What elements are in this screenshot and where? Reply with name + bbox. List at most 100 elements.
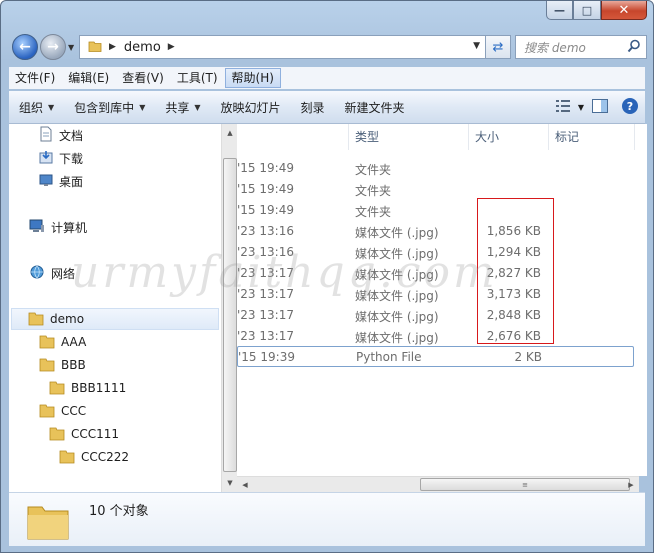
file-date: '23 13:17 xyxy=(237,308,294,322)
file-type: 媒体文件 (.jpg) xyxy=(355,310,439,324)
file-type: 媒体文件 (.jpg) xyxy=(355,331,439,345)
folder-icon xyxy=(39,333,55,352)
file-list-right-edge xyxy=(639,124,647,476)
nav-item-demo[interactable]: demo xyxy=(11,308,219,330)
nav-item-aaa[interactable]: AAA xyxy=(39,331,86,353)
folder-icon xyxy=(49,425,65,444)
column-header-tags[interactable]: 标记 xyxy=(549,124,635,150)
details-view-icon xyxy=(555,99,572,116)
horizontal-scrollbar[interactable]: ◀ ≡ ▶ xyxy=(237,476,639,492)
file-row[interactable]: '23 13:17 媒体文件 (.jpg) 3,173 KB xyxy=(237,284,634,305)
slideshow-button[interactable]: 放映幻灯片 xyxy=(211,95,291,119)
nav-label: CCC222 xyxy=(81,450,130,464)
file-date: '23 13:17 xyxy=(237,266,294,280)
maximize-icon: □ xyxy=(581,3,593,17)
file-date: '15 19:49 xyxy=(237,182,294,196)
menu-file[interactable]: 文件(F) xyxy=(9,68,61,88)
forward-button[interactable]: → xyxy=(40,34,66,60)
nav-vertical-scrollbar[interactable]: ▲ ▼ xyxy=(221,124,237,492)
refresh-button[interactable]: ⇄ xyxy=(485,35,511,59)
nav-label: 桌面 xyxy=(59,174,84,189)
command-bar: 组织 ▼ 包含到库中 ▼ 共享 ▼ 放映幻灯片 刻录 新建文件夹 ▼ ? xyxy=(9,91,645,124)
column-header-size[interactable]: 大小 xyxy=(469,124,549,150)
back-button[interactable]: ← xyxy=(12,34,38,60)
file-date: '23 13:17 xyxy=(237,287,294,301)
folder-icon xyxy=(49,379,65,398)
menu-tools[interactable]: 工具(T) xyxy=(171,68,224,88)
file-row[interactable]: '15 19:49 文件夹 xyxy=(237,158,634,179)
view-options-button[interactable]: ▼ xyxy=(555,96,585,118)
scroll-right-arrow-icon[interactable]: ▶ xyxy=(623,477,639,493)
menu-edit[interactable]: 编辑(E) xyxy=(62,68,115,88)
size-highlight-box xyxy=(477,198,554,344)
organize-button[interactable]: 组织 ▼ xyxy=(9,95,64,119)
file-row[interactable]: '23 13:17 媒体文件 (.jpg) 2,827 KB xyxy=(237,263,634,284)
share-label: 共享 xyxy=(165,100,190,115)
share-button[interactable]: 共享 ▼ xyxy=(155,95,210,119)
file-row[interactable]: '15 19:49 文件夹 xyxy=(237,200,634,221)
file-row[interactable]: '15 19:39 Python File 2 KB xyxy=(237,346,634,367)
desktop-icon xyxy=(39,172,53,191)
nav-item-downloads[interactable]: 下载 xyxy=(39,147,83,169)
navigation-row: ← → ▼ ▶ demo ▶ ▼ ⇄ 搜索 demo xyxy=(9,31,647,63)
forward-arrow-icon: → xyxy=(47,39,59,55)
address-dropdown-icon[interactable]: ▼ xyxy=(473,41,480,51)
minimize-button[interactable]: — xyxy=(546,1,573,20)
file-row[interactable]: '23 13:17 媒体文件 (.jpg) 2,676 KB xyxy=(237,326,634,347)
file-row[interactable]: '15 19:49 文件夹 xyxy=(237,179,634,200)
file-row[interactable]: '23 13:16 媒体文件 (.jpg) 1,856 KB xyxy=(237,221,634,242)
file-list-pane: 类型 大小 标记 '15 19:49 文件夹 '15 19:49 文件夹 '15… xyxy=(237,124,639,476)
scroll-thumb[interactable] xyxy=(223,158,237,472)
address-bar[interactable]: ▶ demo ▶ ▼ xyxy=(79,35,487,59)
explorer-window: — □ ✕ ← → ▼ ▶ demo ▶ ▼ ⇄ 搜索 demo 文件(F) 编… xyxy=(0,0,654,553)
network-icon xyxy=(29,264,45,283)
document-icon xyxy=(39,126,53,145)
help-button[interactable]: ? xyxy=(619,96,641,118)
scroll-down-arrow-icon[interactable]: ▼ xyxy=(222,475,238,491)
nav-item-network[interactable]: 网络 xyxy=(29,262,75,284)
organize-label: 组织 xyxy=(19,100,44,115)
menu-view[interactable]: 查看(V) xyxy=(116,68,170,88)
nav-item-ccc111[interactable]: CCC111 xyxy=(49,423,119,445)
nav-item-desktop[interactable]: 桌面 xyxy=(39,170,83,192)
include-in-library-button[interactable]: 包含到库中 ▼ xyxy=(64,95,155,119)
file-type: 文件夹 xyxy=(355,163,392,177)
file-type: 文件夹 xyxy=(355,205,392,219)
close-button[interactable]: ✕ xyxy=(601,1,647,20)
breadcrumb-demo[interactable]: demo xyxy=(124,40,161,55)
navigation-pane: 文档 下载 桌面 计算机 网络 demo AAA BBB BBB1111 CCC… xyxy=(9,124,221,492)
preview-pane-button[interactable] xyxy=(589,96,611,118)
nav-label: 网络 xyxy=(51,266,76,281)
file-type: 媒体文件 (.jpg) xyxy=(355,289,439,303)
nav-item-bbb[interactable]: BBB xyxy=(39,354,86,376)
nav-label: BBB xyxy=(61,358,86,372)
burn-button[interactable]: 刻录 xyxy=(291,95,335,119)
item-count: 10 个对象 xyxy=(89,504,149,519)
search-icon[interactable] xyxy=(627,39,641,56)
search-input[interactable]: 搜索 demo xyxy=(524,39,627,56)
search-box[interactable]: 搜索 demo xyxy=(515,35,647,59)
column-header-type[interactable]: 类型 xyxy=(349,124,469,150)
menu-help[interactable]: 帮助(H) xyxy=(224,68,281,88)
nav-item-ccc[interactable]: CCC xyxy=(39,400,86,422)
scroll-thumb[interactable]: ≡ xyxy=(420,478,630,491)
breadcrumb-chevron-icon[interactable]: ▶ xyxy=(168,42,175,52)
file-row[interactable]: '23 13:16 媒体文件 (.jpg) 1,294 KB xyxy=(237,242,634,263)
scroll-up-arrow-icon[interactable]: ▲ xyxy=(222,125,238,141)
dropdown-arrow-icon: ▼ xyxy=(577,102,585,112)
breadcrumb-separator-icon[interactable]: ▶ xyxy=(109,42,116,52)
new-folder-button[interactable]: 新建文件夹 xyxy=(335,95,415,119)
nav-label: AAA xyxy=(61,335,87,349)
folder-icon xyxy=(88,39,102,56)
column-header-date[interactable] xyxy=(237,124,349,150)
nav-item-computer[interactable]: 计算机 xyxy=(29,216,87,238)
nav-label: demo xyxy=(50,312,85,326)
maximize-button[interactable]: □ xyxy=(573,1,601,20)
scroll-left-arrow-icon[interactable]: ◀ xyxy=(237,477,253,493)
nav-item-documents[interactable]: 文档 xyxy=(39,124,83,146)
nav-item-ccc222[interactable]: CCC222 xyxy=(59,446,129,468)
nav-item-bbb1111[interactable]: BBB1111 xyxy=(49,377,126,399)
file-row[interactable]: '23 13:17 媒体文件 (.jpg) 2,848 KB xyxy=(237,305,634,326)
recent-pages-dropdown[interactable]: ▼ xyxy=(68,43,74,52)
dropdown-arrow-icon: ▼ xyxy=(139,102,146,112)
